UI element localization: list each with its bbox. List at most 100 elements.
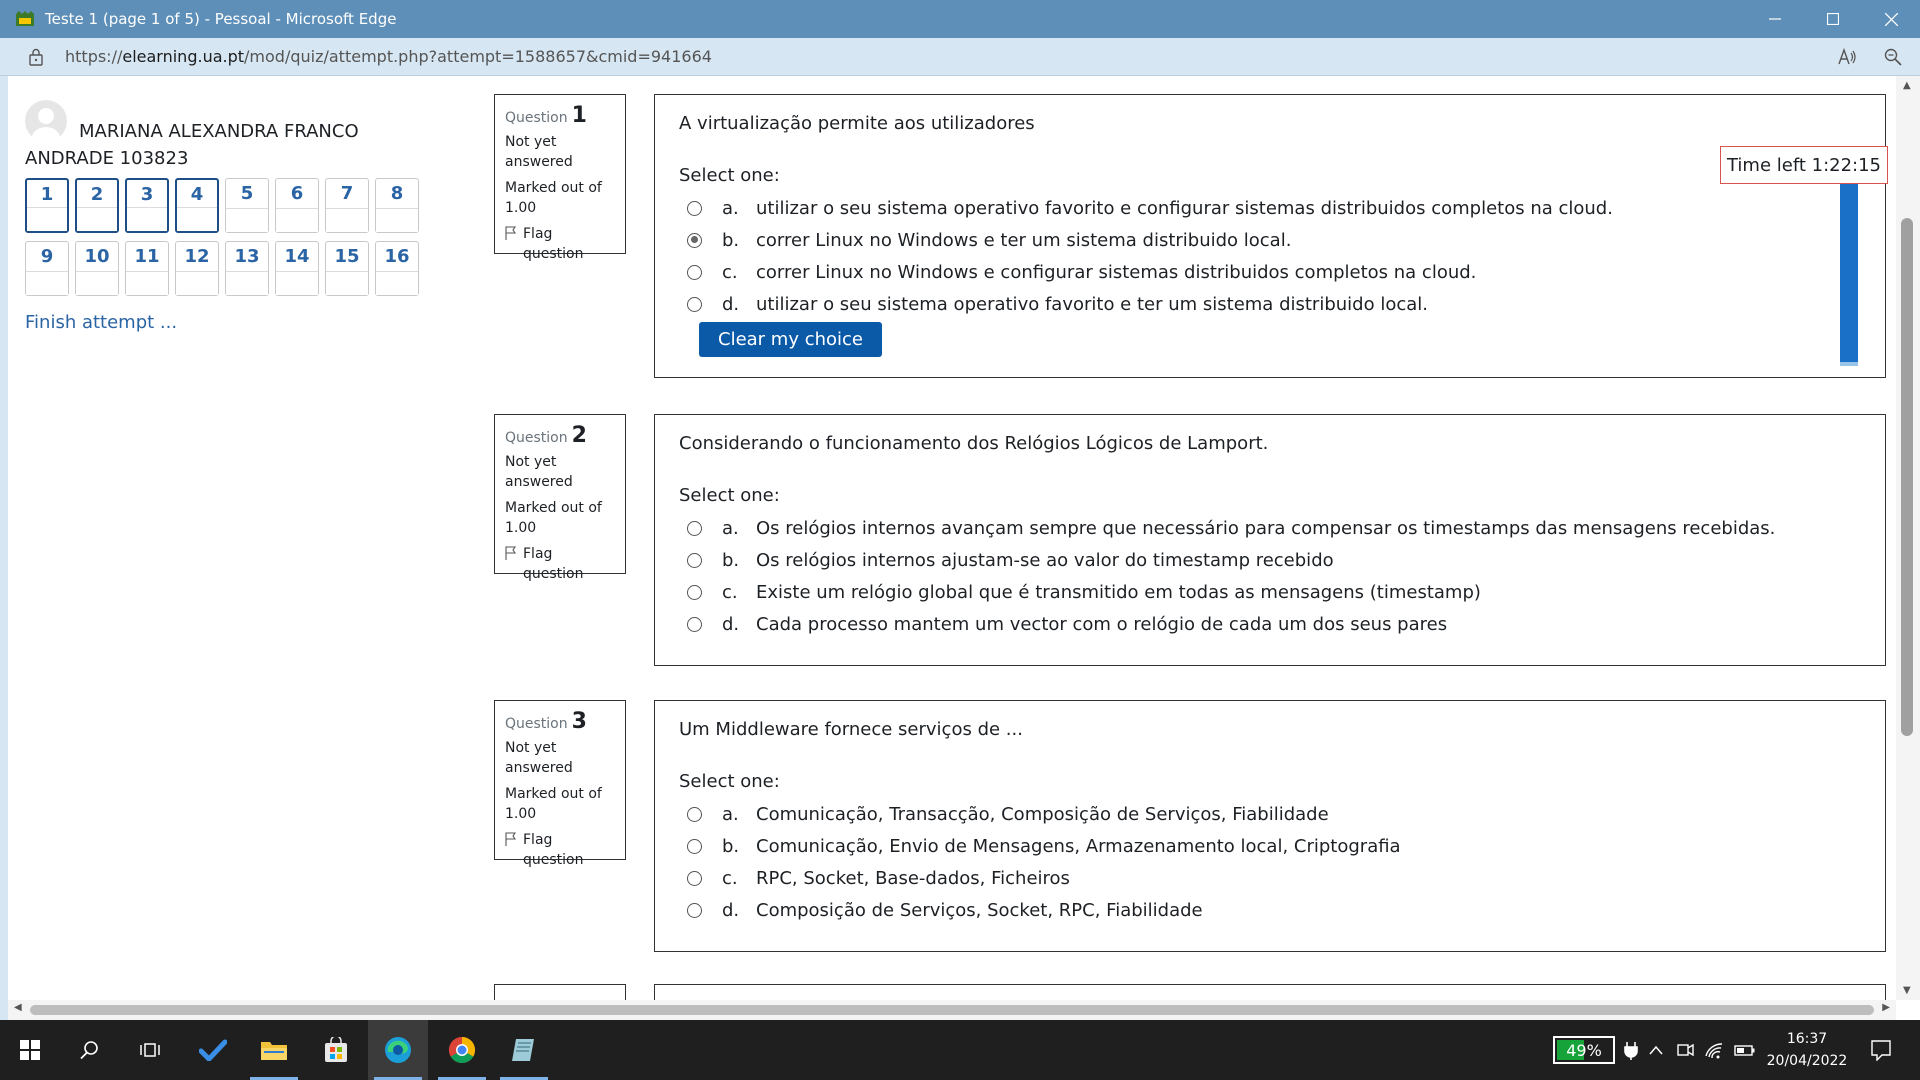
scroll-left-icon[interactable]: ◀ (14, 1002, 22, 1013)
vertical-scroll-thumb[interactable] (1901, 218, 1913, 736)
close-window-button[interactable] (1862, 0, 1920, 38)
address-bar[interactable]: https://elearning.ua.pt/mod/quiz/attempt… (0, 38, 1920, 76)
flag-question-button[interactable]: Flag question (505, 830, 615, 870)
minimize-button[interactable] (1746, 0, 1804, 38)
quiz-nav-button[interactable]: 13 (225, 241, 269, 296)
answer-option[interactable]: d. Cada processo mantem um vector com o r… (687, 608, 1861, 640)
radio-button[interactable] (687, 902, 702, 918)
power-plug-icon[interactable] (1624, 1040, 1638, 1060)
quiz-nav-button[interactable]: 15 (325, 241, 369, 296)
quiz-nav-button[interactable]: 14 (275, 241, 319, 296)
todo-app[interactable] (183, 1020, 243, 1080)
question-number-value: 2 (571, 423, 587, 448)
store-app[interactable] (306, 1020, 366, 1080)
battery-indicator[interactable]: 49% (1553, 1036, 1615, 1064)
radio-button[interactable] (687, 616, 702, 632)
url-text[interactable]: https://elearning.ua.pt/mod/quiz/attempt… (65, 47, 712, 66)
horizontal-scrollbar[interactable]: ◀ ▶ (8, 1000, 1896, 1020)
quiz-nav-button[interactable]: 16 (375, 241, 419, 296)
question-label: Question (505, 430, 568, 446)
quiz-nav-number: 5 (240, 183, 254, 204)
answer-letter: b. (722, 229, 740, 251)
read-aloud-icon[interactable] (1838, 47, 1858, 66)
answer-option[interactable]: b. Comunicação, Envio de Mensagens, Armaz… (687, 830, 1861, 862)
quiz-nav-button[interactable]: 8 (375, 178, 419, 233)
quiz-nav-button[interactable]: 3 (125, 178, 169, 233)
answer-option[interactable]: b. correr Linux no Windows e ter um siste… (687, 224, 1861, 256)
meet-now-icon[interactable] (1676, 1040, 1694, 1060)
quiz-nav-status (176, 271, 218, 295)
quiz-nav-button[interactable]: 7 (325, 178, 369, 233)
clear-choice-button[interactable]: Clear my choice (699, 322, 882, 357)
answer-option[interactable]: d. utilizar o seu sistema operativo favor… (687, 288, 1861, 320)
radio-button[interactable] (687, 200, 702, 216)
answer-option[interactable]: b. Os relógios internos ajustam-se ao val… (687, 544, 1861, 576)
radio-button-selected[interactable] (687, 232, 702, 248)
quiz-nav-button[interactable]: 6 (275, 178, 319, 233)
start-button[interactable] (0, 1020, 60, 1080)
folder-icon (261, 1042, 287, 1060)
quiz-nav-number: 3 (140, 184, 154, 205)
answer-option[interactable]: c. Existe um relógio global que é transmi… (687, 576, 1861, 608)
radio-button[interactable] (687, 552, 702, 568)
answer-letter: c. (722, 867, 738, 889)
battery-icon[interactable] (1734, 1040, 1756, 1060)
radio-button[interactable] (687, 870, 702, 886)
system-clock[interactable]: 16:37 20/04/2022 (1758, 1028, 1856, 1072)
edge-app[interactable] (368, 1020, 428, 1080)
radio-button[interactable] (687, 838, 702, 854)
store-icon (325, 1037, 347, 1062)
quiz-nav-button[interactable]: 5 (225, 178, 269, 233)
answer-option[interactable]: a. Comunicação, Transacção, Composição de… (687, 798, 1861, 830)
quiz-nav-button[interactable]: 12 (175, 241, 219, 296)
quiz-nav-status (27, 207, 67, 231)
quiz-nav-button[interactable]: 2 (75, 178, 119, 233)
user-name[interactable]: MARIANA ALEXANDRA FRANCO ANDRADE 103823 (25, 118, 405, 172)
quiz-nav-button[interactable]: 10 (75, 241, 119, 296)
quiz-nav-button[interactable]: 11 (125, 241, 169, 296)
search-button[interactable] (60, 1020, 120, 1080)
answer-option[interactable]: d. Composição de Serviços, Socket, RPC, F… (687, 894, 1861, 926)
answer-option[interactable]: a. utilizar o seu sistema operativo favor… (687, 192, 1861, 224)
answer-letter: d. (722, 293, 740, 315)
chevron-up-icon[interactable] (1648, 1040, 1664, 1060)
quiz-navigation: 1 2 3 4 5 6 7 8 9 10 11 12 13 14 15 16 (25, 178, 435, 296)
answer-option[interactable]: c. correr Linux no Windows e configurar s… (687, 256, 1861, 288)
answer-letter: c. (722, 581, 738, 603)
scroll-right-icon[interactable]: ▶ (1882, 1002, 1890, 1013)
question-info-1: Question 1 Not yet answered Marked out of… (494, 94, 626, 262)
wifi-icon[interactable] (1704, 1040, 1724, 1060)
radio-button[interactable] (687, 296, 702, 312)
select-one-prompt: Select one: (679, 165, 780, 186)
radio-button[interactable] (687, 520, 702, 536)
chrome-app[interactable] (432, 1020, 492, 1080)
flag-icon (505, 546, 517, 560)
quiz-nav-number: 4 (190, 184, 204, 205)
quiz-nav-button[interactable]: 4 (175, 178, 219, 233)
quiz-nav-status (77, 207, 117, 231)
notes-app[interactable] (494, 1020, 554, 1080)
answer-option[interactable]: a. Os relógios internos avançam sempre qu… (687, 512, 1861, 544)
notifications-icon[interactable] (1870, 1039, 1892, 1061)
radio-button[interactable] (687, 264, 702, 280)
zoom-icon[interactable] (1884, 48, 1902, 66)
scroll-down-icon[interactable]: ▼ (1903, 985, 1911, 996)
task-view-button[interactable] (120, 1020, 180, 1080)
scroll-up-icon[interactable]: ▲ (1903, 80, 1911, 91)
quiz-nav-button[interactable]: 9 (25, 241, 69, 296)
quiz-nav-status (126, 271, 168, 295)
quiz-nav-number: 9 (40, 246, 54, 267)
windows-logo-icon (20, 1040, 40, 1060)
horizontal-scroll-thumb[interactable] (30, 1005, 1874, 1015)
vertical-scrollbar[interactable]: ▲ ▼ (1896, 76, 1920, 1000)
lock-icon[interactable] (29, 48, 43, 66)
finish-attempt-link[interactable]: Finish attempt ... (25, 312, 177, 333)
file-explorer-app[interactable] (244, 1020, 304, 1080)
answer-option[interactable]: c. RPC, Socket, Base-dados, Ficheiros (687, 862, 1861, 894)
radio-button[interactable] (687, 806, 702, 822)
quiz-nav-button[interactable]: 1 (25, 178, 69, 233)
maximize-button[interactable] (1804, 0, 1862, 38)
flag-question-button[interactable]: Flag question (505, 544, 615, 584)
flag-question-button[interactable]: Flag question (505, 224, 615, 264)
radio-button[interactable] (687, 584, 702, 600)
